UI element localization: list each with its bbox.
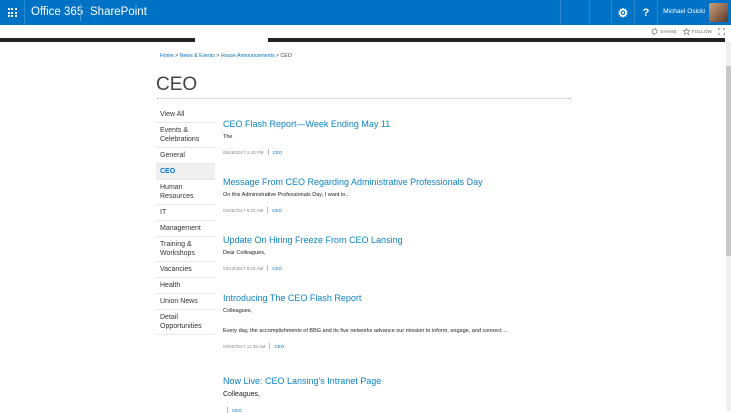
top-border-left (0, 38, 195, 42)
post-title-link[interactable]: CEO Flash Report—Week Ending May 11 (223, 119, 390, 129)
post-excerpt: Colleagues, (223, 308, 253, 314)
nav-item-view-all[interactable]: View All (156, 107, 215, 123)
title-divider (157, 98, 571, 99)
breadcrumb-news-events[interactable]: News & Events (180, 53, 215, 59)
post-excerpt: Colleagues, (223, 391, 260, 398)
post-date: 05/18/2017 1:40 PM (223, 149, 264, 155)
share-icon (651, 28, 658, 35)
post-title-link[interactable]: Update On Hiring Freeze From CEO Lansing (223, 235, 403, 245)
post-meta: CEO (223, 407, 381, 413)
nav-item-human-resources[interactable]: Human Resources (156, 180, 215, 205)
meta-separator (267, 207, 269, 213)
post-category-link[interactable]: CEO (272, 266, 282, 271)
meta-separator (269, 343, 271, 349)
waffle-icon (7, 8, 17, 17)
bar-separator (657, 0, 658, 25)
post-meta: 04/26/2017 8:33 AM CEO (223, 207, 483, 213)
focus-icon (718, 28, 725, 35)
nav-item-health[interactable]: Health (156, 278, 215, 294)
follow-label: FOLLOW (691, 29, 712, 34)
help-icon[interactable]: ? (635, 0, 657, 25)
share-label: SHARE (660, 29, 677, 34)
post-item: Now Live: CEO Lansing's Intranet Page Co… (223, 376, 381, 413)
settings-gear-icon[interactable]: ⚙ (612, 0, 634, 25)
bar-separator (560, 0, 561, 25)
breadcrumb-separator: > (276, 53, 280, 59)
post-category-link[interactable]: CEO (273, 150, 283, 155)
app-launcher-button[interactable] (0, 0, 25, 25)
post-item: CEO Flash Report—Week Ending May 11 The … (223, 119, 390, 155)
page-title: CEO (156, 74, 198, 95)
share-button[interactable]: SHARE (651, 28, 677, 35)
nav-item-vacancies[interactable]: Vacancies (156, 262, 215, 278)
user-name[interactable]: Michael Osicki (663, 8, 705, 15)
nav-item-events-celebrations[interactable]: Events & Celebrations (156, 123, 215, 148)
meta-separator (227, 407, 228, 413)
post-item: Message From CEO Regarding Administrativ… (223, 177, 483, 213)
post-category-link[interactable]: CEO (274, 344, 284, 349)
top-border-right (268, 38, 725, 42)
post-meta: 04/13/2017 9:03 AM CEO (223, 265, 403, 271)
meta-separator (267, 149, 269, 155)
sharepoint-link[interactable]: SharePoint (90, 6, 147, 18)
suite-bar: Office 365 SharePoint ⚙ ? Michael Osicki (0, 0, 731, 25)
breadcrumb-home[interactable]: Home (160, 53, 174, 59)
office-365-link[interactable]: Office 365 (31, 6, 83, 18)
page-actions: SHARE FOLLOW (651, 28, 725, 35)
scrollbar-thumb[interactable] (726, 66, 731, 256)
suite-divider (80, 4, 81, 21)
post-excerpt-body: Every day, the accomplishments of BBG an… (223, 328, 508, 334)
post-date: 04/26/2017 8:33 AM (223, 207, 264, 213)
category-nav: View All Events & Celebrations General C… (156, 107, 215, 335)
breadcrumb-separator: > (216, 53, 220, 59)
post-excerpt: Dear Colleagues, (223, 250, 266, 256)
nav-item-union-news[interactable]: Union News (156, 294, 215, 310)
post-title-link[interactable]: Introducing The CEO Flash Report (223, 293, 508, 303)
post-meta: 04/05/2017 11:35 AM CEO (223, 343, 508, 349)
focus-mode-button[interactable] (718, 28, 725, 35)
breadcrumb-current: CEO (280, 53, 292, 59)
nav-item-management[interactable]: Management (156, 221, 215, 237)
user-avatar[interactable] (709, 3, 728, 22)
post-title-link[interactable]: Now Live: CEO Lansing's Intranet Page (223, 376, 381, 386)
nav-item-general[interactable]: General (156, 148, 215, 164)
post-category-link[interactable]: CEO (272, 208, 282, 213)
post-item: Update On Hiring Freeze From CEO Lansing… (223, 235, 403, 271)
nav-item-it[interactable]: IT (156, 205, 215, 221)
post-date: 04/05/2017 11:35 AM (223, 343, 266, 349)
nav-item-detail-opportunities[interactable]: Detail Opportunities (156, 310, 215, 335)
meta-separator (267, 265, 269, 271)
breadcrumb-separator: > (175, 53, 179, 59)
nav-item-training-workshops[interactable]: Training & Workshops (156, 237, 215, 262)
follow-button[interactable]: FOLLOW (682, 28, 712, 35)
nav-item-ceo[interactable]: CEO (156, 164, 215, 180)
post-category-link[interactable]: CEO (232, 408, 242, 413)
star-icon (682, 28, 690, 35)
post-excerpt: On this Administrative Professionals Day… (223, 192, 351, 198)
post-item: Introducing The CEO Flash Report Colleag… (223, 293, 508, 349)
breadcrumb-house-announcements[interactable]: House Announcements (221, 53, 275, 59)
bar-separator (589, 0, 590, 25)
post-date: 04/13/2017 9:03 AM (223, 265, 264, 271)
post-meta: 05/18/2017 1:40 PM CEO (223, 149, 390, 155)
post-title-link[interactable]: Message From CEO Regarding Administrativ… (223, 177, 483, 187)
post-excerpt: The (223, 134, 233, 140)
breadcrumb: Home > News & Events > House Announcemen… (160, 53, 292, 59)
